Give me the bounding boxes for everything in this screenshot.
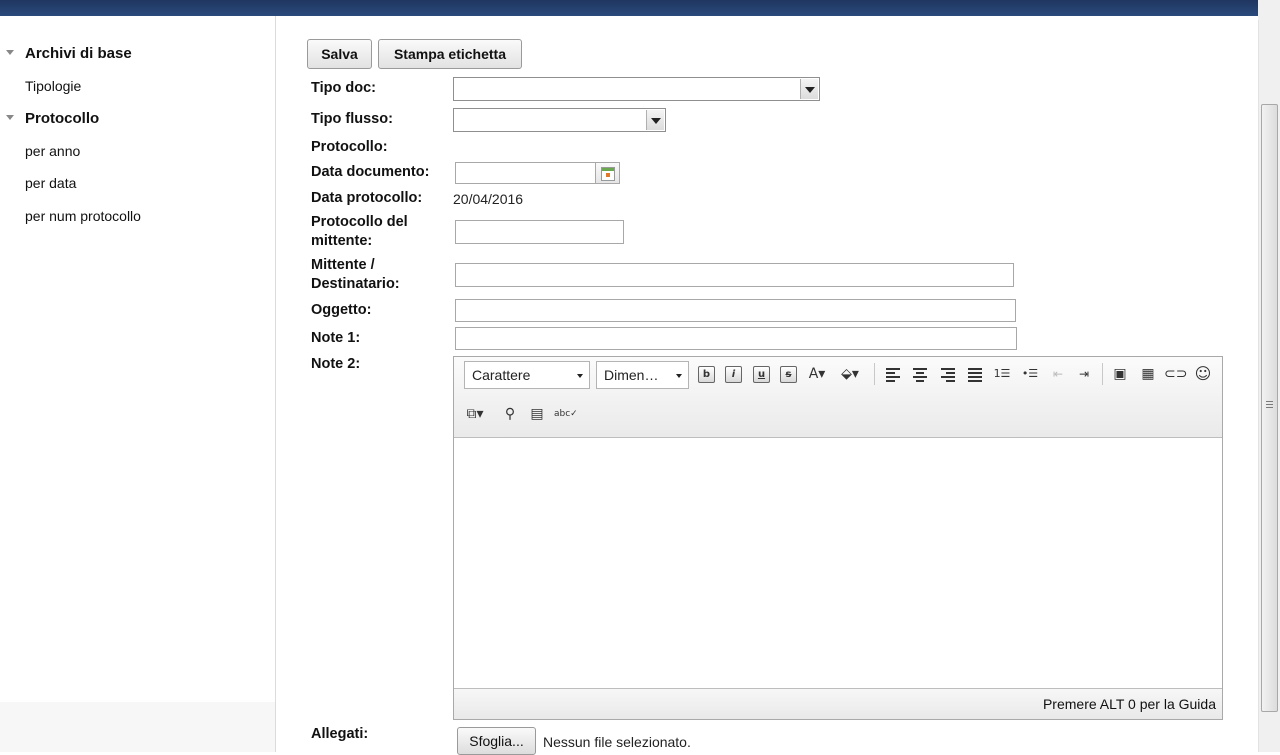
mittente-destinatario-input[interactable] xyxy=(455,263,1014,287)
tipo-flusso-label: Tipo flusso: xyxy=(311,111,393,127)
bulleted-list-icon[interactable]: •☰ xyxy=(1019,363,1041,385)
align-justify-icon[interactable] xyxy=(964,363,986,385)
outdent-icon[interactable]: ⇤ xyxy=(1047,363,1069,385)
insert-table-icon[interactable]: ▦ xyxy=(1137,363,1159,385)
chevron-down-icon xyxy=(676,374,682,378)
indent-icon[interactable]: ⇥ xyxy=(1073,363,1095,385)
sidebar-item-per-anno[interactable]: per anno xyxy=(25,143,80,159)
strikethrough-icon[interactable]: s xyxy=(777,363,799,385)
file-status-text: Nessun file selezionato. xyxy=(543,734,691,750)
tipo-flusso-select[interactable] xyxy=(453,108,666,132)
protocollo-label: Protocollo: xyxy=(311,139,388,155)
spellcheck-icon[interactable]: abc✓ xyxy=(554,403,578,425)
calendar-page-icon xyxy=(601,167,615,181)
chevron-down-icon xyxy=(577,374,583,378)
sidebar-item-per-data[interactable]: per data xyxy=(25,175,76,191)
text-color-icon[interactable]: A▾ xyxy=(806,363,834,385)
font-family-value: Carattere xyxy=(472,367,531,383)
editor-content-area[interactable] xyxy=(454,438,1222,689)
data-protocollo-label: Data protocollo: xyxy=(311,190,423,206)
data-documento-input[interactable] xyxy=(455,162,596,184)
font-size-value: Dimen… xyxy=(604,367,659,383)
paste-options-icon[interactable]: ⧉▾ xyxy=(464,403,494,425)
editor-toolbar: Carattere Dimen… b i u s A▾ ⬙▾ 1☰ •☰ ⇤ ⇥ xyxy=(454,357,1222,438)
select-all-icon[interactable]: ▤ xyxy=(526,403,548,425)
sidebar-group-label[interactable]: Protocollo xyxy=(25,110,99,127)
protocollo-mittente-label: Protocollo del mittente: xyxy=(311,213,408,251)
toolbar-separator xyxy=(874,363,875,385)
font-family-select[interactable]: Carattere xyxy=(464,361,590,389)
sidebar-item-tipologie[interactable]: Tipologie xyxy=(25,78,81,94)
mittente-destinatario-label: Mittente / Destinatario: xyxy=(311,256,400,294)
grip-icon xyxy=(1266,401,1273,410)
bold-icon[interactable]: b xyxy=(695,363,717,385)
sidebar-item-per-num-protocollo[interactable]: per num protocollo xyxy=(25,208,141,224)
print-label-button[interactable]: Stampa etichetta xyxy=(378,39,522,69)
note1-input[interactable] xyxy=(455,327,1017,350)
italic-icon[interactable]: i xyxy=(722,363,744,385)
underline-icon[interactable]: u xyxy=(750,363,772,385)
editor-status-bar: Premere ALT 0 per la Guida xyxy=(454,688,1222,719)
highlight-color-icon[interactable]: ⬙▾ xyxy=(839,363,869,385)
chevron-down-icon[interactable] xyxy=(646,110,664,130)
editor-help-hint: Premere ALT 0 per la Guida xyxy=(1042,696,1216,712)
font-size-select[interactable]: Dimen… xyxy=(596,361,689,389)
save-button[interactable]: Salva xyxy=(307,39,372,69)
expand-arrow-icon[interactable] xyxy=(6,115,14,120)
insert-link-icon[interactable]: ⊂⊃ xyxy=(1164,363,1187,385)
label-line: Destinatario: xyxy=(311,276,400,292)
expand-arrow-icon[interactable] xyxy=(6,50,14,55)
align-center-icon[interactable] xyxy=(909,363,931,385)
scrollbar-thumb[interactable] xyxy=(1261,104,1278,712)
note2-rich-editor: Carattere Dimen… b i u s A▾ ⬙▾ 1☰ •☰ ⇤ ⇥ xyxy=(453,356,1223,720)
protocollo-mittente-input[interactable] xyxy=(455,220,624,244)
data-protocollo-value: 20/04/2016 xyxy=(453,191,524,207)
align-left-icon[interactable] xyxy=(882,363,904,385)
label-line: Mittente / xyxy=(311,257,375,273)
toolbar-separator xyxy=(1102,363,1103,385)
calendar-icon[interactable] xyxy=(596,162,620,184)
oggetto-input[interactable] xyxy=(455,299,1016,322)
align-right-icon[interactable] xyxy=(937,363,959,385)
allegati-label: Allegati: xyxy=(311,726,369,742)
sidebar-group-protocollo[interactable]: Protocollo xyxy=(0,110,275,132)
emoticon-icon[interactable]: ☺ xyxy=(1192,363,1214,385)
browse-file-button[interactable]: Sfoglia... xyxy=(457,727,536,755)
numbered-list-icon[interactable]: 1☰ xyxy=(991,363,1013,385)
tipo-doc-select[interactable] xyxy=(453,77,820,101)
insert-image-icon[interactable]: ▣ xyxy=(1109,363,1131,385)
label-line: Protocollo del xyxy=(311,214,408,230)
sidebar: Archivi di base Tipologie Protocollo per… xyxy=(0,16,276,752)
header-corner xyxy=(1258,0,1280,20)
note1-label: Note 1: xyxy=(311,330,361,346)
app-header-bar xyxy=(0,0,1258,16)
sidebar-group-label[interactable]: Archivi di base xyxy=(25,45,132,62)
chevron-down-icon[interactable] xyxy=(800,79,818,99)
data-documento-label: Data documento: xyxy=(311,164,430,180)
oggetto-label: Oggetto: xyxy=(311,302,372,318)
label-line: mittente: xyxy=(311,233,373,249)
sidebar-group-archivi[interactable]: Archivi di base xyxy=(0,45,275,67)
tipo-doc-label: Tipo doc: xyxy=(311,80,376,96)
find-icon[interactable]: ⚲ xyxy=(499,403,521,425)
note2-label: Note 2: xyxy=(311,356,361,372)
